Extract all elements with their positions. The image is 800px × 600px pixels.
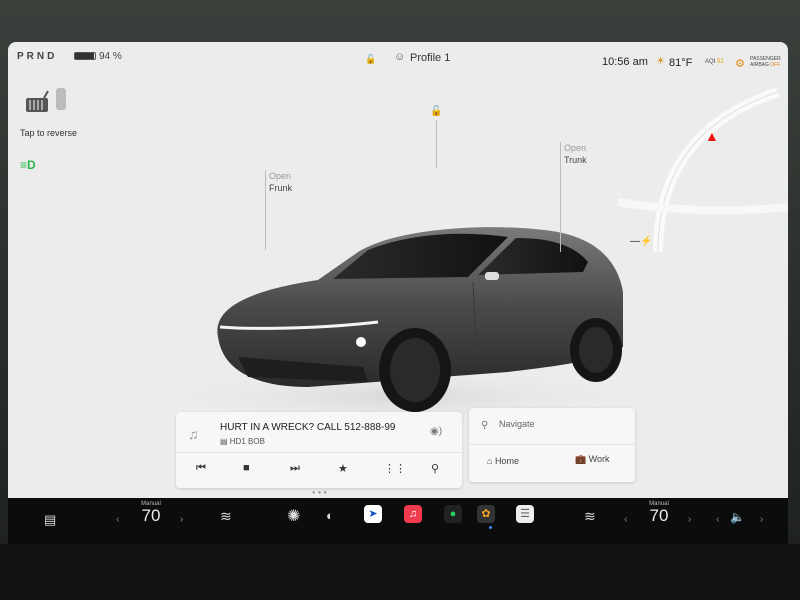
stop-icon[interactable]: ■ xyxy=(243,462,250,474)
gear-selector[interactable]: PRND xyxy=(17,51,57,62)
lock-icon[interactable]: 🔓 xyxy=(365,54,376,65)
fan-icon[interactable]: ✺ xyxy=(287,506,300,526)
passenger-temp-down[interactable]: ‹ xyxy=(624,514,627,525)
touchscreen: PRND 94 % 🔓 ☺ Profile 1 10:56 am ☀ 81°F … xyxy=(8,42,788,500)
trunk-callout-line xyxy=(560,142,561,252)
media-search-icon[interactable]: ⚲ xyxy=(431,462,439,475)
frunk-callout-line xyxy=(265,170,266,250)
navigation-card: ⚲ ⌂ Home 💼 Work xyxy=(469,408,635,482)
toybox-icon[interactable]: ✿ xyxy=(477,505,495,523)
driver-seat-heat-icon[interactable]: ≋ xyxy=(220,508,232,525)
brake-pedal-icon[interactable] xyxy=(24,90,50,114)
divider xyxy=(469,444,635,445)
passenger-seat-heat-icon[interactable]: ≋ xyxy=(584,508,596,525)
wiper-icon[interactable]: ◐ xyxy=(326,508,334,523)
driver-temp-up[interactable]: › xyxy=(180,514,183,525)
divider xyxy=(176,452,462,453)
media-player-card: ♫ HURT IN A WRECK? CALL 512-888-99 ▤ HD1… xyxy=(176,412,462,488)
radio-source-icon[interactable]: ◉) xyxy=(430,426,442,437)
vehicle-render[interactable] xyxy=(128,152,648,432)
car-icon[interactable]: ▤ xyxy=(44,512,56,528)
passenger-temp-control[interactable]: Manual 70 xyxy=(644,501,674,526)
volume-down[interactable]: ‹ xyxy=(716,514,719,525)
page-indicator: ●●● xyxy=(312,490,329,496)
open-frunk-button[interactable]: Open Frunk xyxy=(269,170,292,194)
volume-icon[interactable]: 🔈 xyxy=(730,510,745,524)
passenger-temp-up[interactable]: › xyxy=(688,514,691,525)
navigate-search-input[interactable] xyxy=(499,419,619,429)
favorite-star-icon[interactable]: ★ xyxy=(338,462,348,475)
door-lock-icon[interactable]: 🔓 xyxy=(430,106,442,117)
open-trunk-button[interactable]: Open Trunk xyxy=(564,142,587,166)
bottom-dock: ▤ ‹ Manual 70 › ≋ ✺ ◐ ➤ ♫ ● ✿ ☰ ≋ ‹ Manu… xyxy=(8,498,788,544)
next-track-icon[interactable]: ⏭ xyxy=(290,462,300,475)
headlight-icon[interactable]: ≡D xyxy=(20,158,36,172)
profile-button[interactable]: Profile 1 xyxy=(410,52,450,64)
driver-temp-down[interactable]: ‹ xyxy=(116,514,119,525)
search-icon: ⚲ xyxy=(481,420,489,431)
navigation-arrow-icon: ▲ xyxy=(705,128,719,144)
navigation-app-icon[interactable]: ➤ xyxy=(364,505,382,523)
previous-track-icon[interactable]: ⏮ xyxy=(196,462,206,475)
home-button[interactable]: ⌂ Home xyxy=(487,456,519,466)
notes-icon[interactable]: ☰ xyxy=(516,505,534,523)
accelerator-pedal-icon xyxy=(56,88,66,110)
music-app-icon[interactable]: ♫ xyxy=(404,505,422,523)
active-app-dot xyxy=(489,526,492,529)
equalizer-icon[interactable]: ⋮⋮ xyxy=(384,462,406,475)
work-button[interactable]: 💼 Work xyxy=(575,454,610,465)
lock-callout-line xyxy=(436,120,437,168)
now-playing-title: HURT IN A WRECK? CALL 512-888-99 xyxy=(220,422,396,433)
battery-percent: 94 % xyxy=(99,51,122,62)
dashboard-below-screen xyxy=(0,544,800,600)
volume-up[interactable]: › xyxy=(760,514,763,525)
charge-port-icon[interactable]: —⚡ xyxy=(630,236,652,247)
music-note-icon: ♫ xyxy=(188,426,199,442)
profile-icon[interactable]: ☺ xyxy=(394,51,405,63)
battery-icon xyxy=(74,52,96,60)
radio-station: ▤ HD1 BOB xyxy=(220,437,265,446)
apps-icon[interactable]: ● xyxy=(444,505,462,523)
driver-temp-control[interactable]: Manual 70 xyxy=(136,501,166,526)
tap-to-reverse-label[interactable]: Tap to reverse xyxy=(20,128,77,138)
